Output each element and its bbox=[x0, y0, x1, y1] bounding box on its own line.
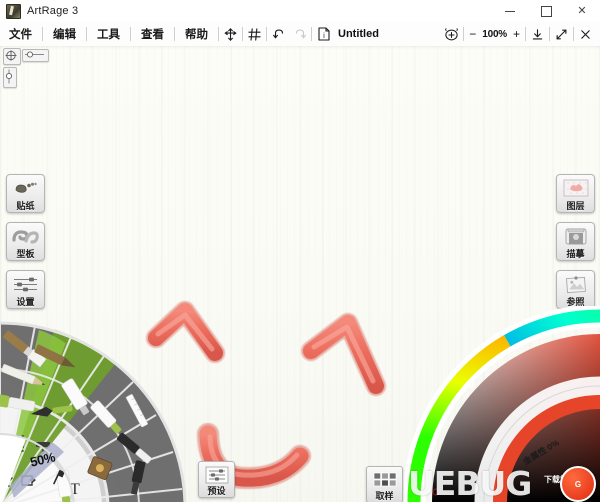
fit-to-screen-icon[interactable] bbox=[441, 22, 462, 46]
pan-tool-widget[interactable] bbox=[3, 48, 21, 65]
minimize-icon bbox=[505, 10, 515, 12]
sticker-icon bbox=[11, 178, 41, 199]
layers-icon bbox=[561, 178, 591, 199]
menu-file[interactable]: 文件 bbox=[0, 22, 41, 46]
menu-divider bbox=[218, 27, 219, 41]
maximize-icon bbox=[540, 5, 552, 17]
panel-stickers[interactable]: 贴纸 bbox=[6, 174, 45, 213]
color-sampler-icon bbox=[372, 470, 398, 489]
presets-icon bbox=[204, 465, 230, 484]
panel-reference[interactable]: 参照 bbox=[556, 270, 595, 309]
menu-divider bbox=[42, 27, 43, 41]
panel-settings-label: 设置 bbox=[16, 297, 35, 307]
close-button[interactable]: ✕ bbox=[564, 0, 600, 22]
zoom-in-button[interactable]: + bbox=[509, 22, 524, 46]
artrage-app-icon bbox=[6, 3, 21, 19]
maximize-button[interactable] bbox=[528, 0, 564, 22]
menu-bar: 文件 编辑 工具 查看 帮助 i Untitled − 100% + bbox=[0, 22, 600, 47]
menu-divider bbox=[525, 27, 526, 41]
horizontal-slider-icon bbox=[25, 51, 44, 58]
grid-icon[interactable] bbox=[244, 22, 265, 46]
fit-to-screen-glyph bbox=[445, 27, 459, 40]
zoom-out-button[interactable]: − bbox=[465, 22, 480, 46]
menu-divider bbox=[573, 27, 574, 41]
document-glyph: i bbox=[317, 27, 330, 41]
menu-divider bbox=[266, 27, 267, 41]
menu-help[interactable]: 帮助 bbox=[176, 22, 217, 46]
color-sampler-glyph bbox=[373, 472, 396, 486]
panel-tracing[interactable]: 描摹 bbox=[556, 222, 595, 261]
grid-glyph bbox=[248, 27, 261, 41]
tracing-glyph bbox=[565, 228, 586, 245]
menu-tools[interactable]: 工具 bbox=[88, 22, 129, 46]
sticker-glyph bbox=[15, 182, 37, 193]
move-canvas-icon[interactable] bbox=[220, 22, 241, 46]
horizontal-slider-widget[interactable] bbox=[22, 49, 49, 62]
presets-glyph bbox=[205, 466, 228, 483]
tool-picker-wheel[interactable]: T bbox=[0, 308, 212, 502]
menu-edit[interactable]: 编辑 bbox=[44, 22, 85, 46]
vertical-slider-widget[interactable] bbox=[3, 67, 17, 88]
panel-stickers-label: 贴纸 bbox=[16, 201, 35, 211]
menu-divider bbox=[463, 27, 465, 41]
presets-button[interactable]: 预设 bbox=[198, 461, 235, 498]
layers-glyph bbox=[563, 179, 588, 197]
panel-reference-label: 参照 bbox=[566, 297, 585, 307]
undo-icon[interactable] bbox=[268, 22, 289, 46]
panel-tracing-label: 描摹 bbox=[566, 249, 585, 259]
panel-stencils[interactable]: 型板 bbox=[6, 222, 45, 261]
stencil-icon bbox=[11, 226, 41, 247]
menu-divider bbox=[549, 27, 550, 41]
zoom-control: − 100% + bbox=[465, 22, 524, 46]
tracing-icon bbox=[561, 226, 591, 247]
menu-divider bbox=[174, 27, 175, 41]
floating-mini-widgets bbox=[2, 47, 49, 88]
stencil-glyph bbox=[12, 229, 39, 244]
vertical-slider-icon bbox=[5, 69, 13, 84]
close-document-glyph bbox=[581, 29, 590, 39]
menu-divider bbox=[311, 27, 312, 41]
panel-layers[interactable]: 图层 bbox=[556, 174, 595, 213]
panel-stencils-label: 型板 bbox=[16, 249, 35, 259]
minimize-button[interactable] bbox=[492, 0, 528, 22]
redo-icon[interactable] bbox=[289, 22, 310, 46]
panel-settings[interactable]: 设置 bbox=[6, 270, 45, 309]
stroke-right-eye bbox=[301, 313, 386, 396]
download-glyph bbox=[532, 28, 543, 40]
close-icon: ✕ bbox=[577, 4, 587, 17]
move-canvas-glyph bbox=[224, 27, 237, 41]
panel-layers-label: 图层 bbox=[566, 201, 585, 211]
tool-wheel-graphic: T bbox=[0, 321, 187, 502]
fullscreen-icon[interactable] bbox=[551, 22, 572, 46]
redo-glyph bbox=[295, 29, 306, 39]
reference-icon bbox=[561, 274, 591, 295]
tool-wheel-outer-ring: T bbox=[0, 321, 187, 502]
sliders-glyph bbox=[14, 277, 37, 292]
close-document-icon[interactable] bbox=[575, 22, 596, 46]
artrage-window: ArtRage 3 ✕ 文件 编辑 工具 查看 帮助 i Untitled − … bbox=[0, 0, 600, 502]
window-controls: ✕ bbox=[492, 0, 600, 22]
presets-label: 预设 bbox=[207, 486, 226, 496]
color-wheel-graphic bbox=[404, 306, 600, 502]
menu-divider bbox=[242, 27, 243, 41]
menu-divider bbox=[130, 27, 131, 41]
pan-tool-icon bbox=[5, 50, 17, 61]
menu-view[interactable]: 查看 bbox=[132, 22, 173, 46]
zoom-level[interactable]: 100% bbox=[480, 29, 509, 40]
download-icon[interactable] bbox=[527, 22, 548, 46]
sampler-label: 取样 bbox=[375, 491, 394, 501]
fullscreen-glyph bbox=[556, 29, 567, 39]
undo-glyph bbox=[272, 29, 283, 39]
window-title: ArtRage 3 bbox=[27, 5, 79, 17]
sliders-icon bbox=[11, 274, 41, 295]
svg-text:i: i bbox=[323, 32, 325, 40]
reference-glyph bbox=[565, 276, 586, 294]
title-bar: ArtRage 3 ✕ bbox=[0, 0, 600, 23]
document-name[interactable]: Untitled bbox=[338, 28, 379, 40]
menu-divider bbox=[86, 27, 87, 41]
document-info-icon[interactable]: i bbox=[313, 22, 334, 46]
sampler-button[interactable]: 取样 bbox=[366, 466, 403, 502]
color-picker-wheel[interactable] bbox=[404, 306, 600, 502]
